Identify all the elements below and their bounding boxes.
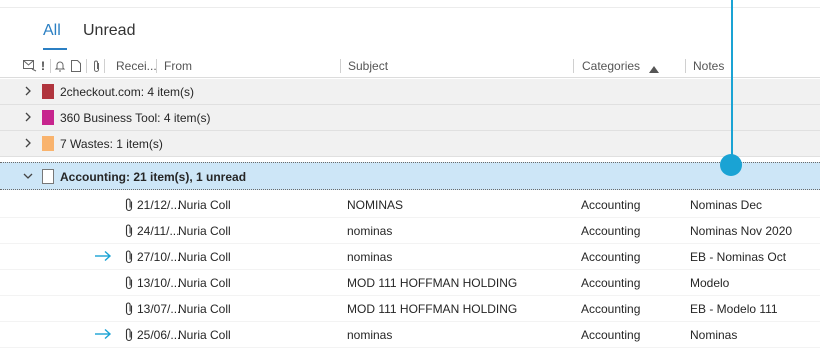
subject-text: nominas bbox=[347, 224, 393, 238]
received-date: 21/12/... bbox=[137, 198, 181, 212]
sender-name: Nuria Coll bbox=[178, 250, 231, 264]
message-row[interactable]: 13/10/... Nuria Coll MOD 111 HOFFMAN HOLDI… bbox=[0, 270, 820, 296]
notes-text: Nominas Nov 2020 bbox=[690, 224, 793, 238]
top-divider bbox=[0, 7, 820, 8]
category-label: Accounting bbox=[581, 198, 641, 212]
notes-text: Nominas bbox=[690, 328, 738, 342]
column-notes[interactable]: Notes bbox=[689, 55, 724, 77]
category-color-swatch bbox=[42, 110, 54, 125]
group-title: 360 Business Tool: 4 item(s) bbox=[60, 111, 211, 125]
message-row[interactable]: 21/12/... Nuria Coll NOMINAS Accounting Nomi… bbox=[0, 192, 820, 218]
message-row[interactable]: 24/11/... Nuria Coll nominas Accounting Nomi… bbox=[0, 218, 820, 244]
attachment-icon bbox=[124, 198, 134, 215]
category-label: Accounting bbox=[581, 224, 641, 238]
received-date: 25/06/... bbox=[137, 328, 181, 342]
chevron-right-icon[interactable] bbox=[21, 84, 35, 98]
annotation-pointer-line bbox=[731, 0, 733, 165]
group-title: 7 Wastes: 1 item(s) bbox=[60, 137, 163, 151]
subject-text: MOD 111 HOFFMAN HOLDING bbox=[347, 276, 518, 290]
tab-unread[interactable]: Unread bbox=[83, 22, 135, 40]
chevron-right-icon[interactable] bbox=[21, 136, 35, 150]
subject-text: nominas bbox=[347, 328, 393, 342]
forwarded-arrow-icon bbox=[94, 328, 112, 343]
message-row[interactable]: 25/06/... Nuria Coll nominas Accounting Nomi… bbox=[0, 322, 820, 348]
group-title: 2checkout.com: 4 item(s) bbox=[60, 85, 195, 99]
subject-text: nominas bbox=[347, 250, 393, 264]
group-header-row[interactable]: 7 Wastes: 1 item(s) bbox=[0, 131, 820, 157]
header-separator bbox=[340, 59, 341, 73]
category-label: Accounting bbox=[581, 276, 641, 290]
received-date: 13/07/... bbox=[137, 302, 181, 316]
notes-text: Nominas Dec bbox=[690, 198, 763, 212]
header-separator bbox=[104, 59, 105, 73]
header-separator bbox=[50, 59, 51, 73]
column-header: ! Recei... From Subject Categories Notes bbox=[0, 55, 820, 78]
group-header-row[interactable]: Accounting: 21 item(s), 1 unread bbox=[0, 162, 820, 190]
active-tab-indicator bbox=[43, 48, 67, 50]
subject-text: NOMINAS bbox=[347, 198, 404, 212]
attachment-icon bbox=[124, 328, 134, 345]
attachment-icon bbox=[124, 224, 134, 241]
attachment-icon bbox=[124, 276, 134, 293]
sender-name: Nuria Coll bbox=[178, 328, 231, 342]
header-separator bbox=[86, 59, 87, 73]
category-label: Accounting bbox=[581, 302, 641, 316]
category-color-swatch bbox=[42, 136, 54, 151]
chevron-down-icon[interactable] bbox=[21, 169, 35, 183]
message-type-icon[interactable] bbox=[23, 60, 37, 75]
forwarded-arrow-icon bbox=[94, 250, 112, 265]
header-separator bbox=[156, 59, 157, 73]
attachment-icon bbox=[124, 250, 134, 267]
annotation-pointer-dot bbox=[720, 154, 742, 176]
header-separator bbox=[685, 59, 686, 73]
item-type-icon[interactable] bbox=[71, 60, 81, 75]
tab-all[interactable]: All bbox=[43, 22, 61, 40]
received-date: 27/10/... bbox=[137, 250, 181, 264]
group-header-row[interactable]: 360 Business Tool: 4 item(s) bbox=[0, 105, 820, 131]
sort-ascending-icon bbox=[649, 62, 659, 76]
received-date: 13/10/... bbox=[137, 276, 181, 290]
sender-name: Nuria Coll bbox=[178, 276, 231, 290]
category-label: Accounting bbox=[581, 328, 641, 342]
subject-text: MOD 111 HOFFMAN HOLDING bbox=[347, 302, 518, 316]
sender-name: Nuria Coll bbox=[178, 224, 231, 238]
chevron-right-icon[interactable] bbox=[21, 110, 35, 124]
group-header-row[interactable]: 2checkout.com: 4 item(s) bbox=[0, 79, 820, 105]
message-row[interactable]: 13/07/... Nuria Coll MOD 111 HOFFMAN HOLDI… bbox=[0, 296, 820, 322]
sender-name: Nuria Coll bbox=[178, 198, 231, 212]
attachment-icon bbox=[124, 302, 134, 319]
notes-text: EB - Modelo 111 bbox=[690, 302, 778, 316]
column-subject[interactable]: Subject bbox=[344, 55, 388, 77]
notes-text: Modelo bbox=[690, 276, 730, 290]
category-label: Accounting bbox=[581, 250, 641, 264]
sender-name: Nuria Coll bbox=[178, 302, 231, 316]
column-categories[interactable]: Categories bbox=[578, 55, 640, 77]
group-title: Accounting: 21 item(s), 1 unread bbox=[60, 170, 247, 184]
header-separator bbox=[573, 59, 574, 73]
reminder-bell-icon[interactable] bbox=[54, 60, 66, 75]
attachment-header-icon[interactable] bbox=[92, 60, 101, 76]
notes-text: EB - Nominas Oct bbox=[690, 250, 787, 264]
received-date: 24/11/... bbox=[137, 224, 180, 238]
column-received[interactable]: Recei... bbox=[112, 55, 157, 77]
category-color-swatch bbox=[42, 169, 54, 184]
column-from[interactable]: From bbox=[160, 55, 192, 77]
message-row[interactable]: 27/10/... Nuria Coll nominas Accounting EB -… bbox=[0, 244, 820, 270]
category-color-swatch bbox=[42, 84, 54, 99]
importance-icon[interactable]: ! bbox=[37, 55, 45, 77]
